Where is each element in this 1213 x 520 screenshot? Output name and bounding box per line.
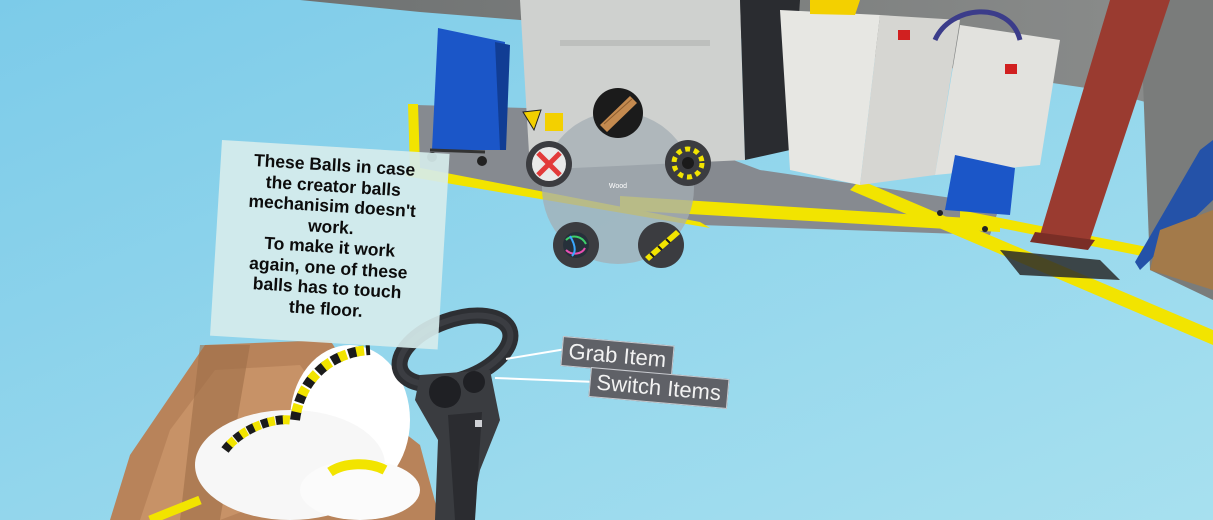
warning-label bbox=[545, 113, 563, 131]
striped-ball-item-slot[interactable] bbox=[665, 140, 711, 186]
wood-item-slot[interactable] bbox=[593, 88, 643, 138]
selected-item-label: Wood bbox=[608, 183, 628, 190]
remove-item-slot[interactable] bbox=[526, 141, 572, 187]
caution-stick-item-slot[interactable] bbox=[638, 222, 684, 268]
instruction-sign-text: These Balls in case the creator balls me… bbox=[247, 150, 417, 321]
vr-scene: These Balls in case the creator balls me… bbox=[0, 0, 1213, 520]
controller-thumbstick bbox=[429, 376, 461, 408]
scene-background bbox=[0, 0, 1213, 520]
blue-cabinet-left bbox=[432, 28, 505, 150]
controller-touchpad bbox=[463, 371, 485, 393]
colorful-swirl-icon bbox=[563, 232, 589, 258]
instruction-sign: These Balls in case the creator balls me… bbox=[210, 140, 450, 350]
colorful-ball-item-slot[interactable] bbox=[553, 222, 599, 268]
windows-logo-icon bbox=[475, 420, 482, 427]
